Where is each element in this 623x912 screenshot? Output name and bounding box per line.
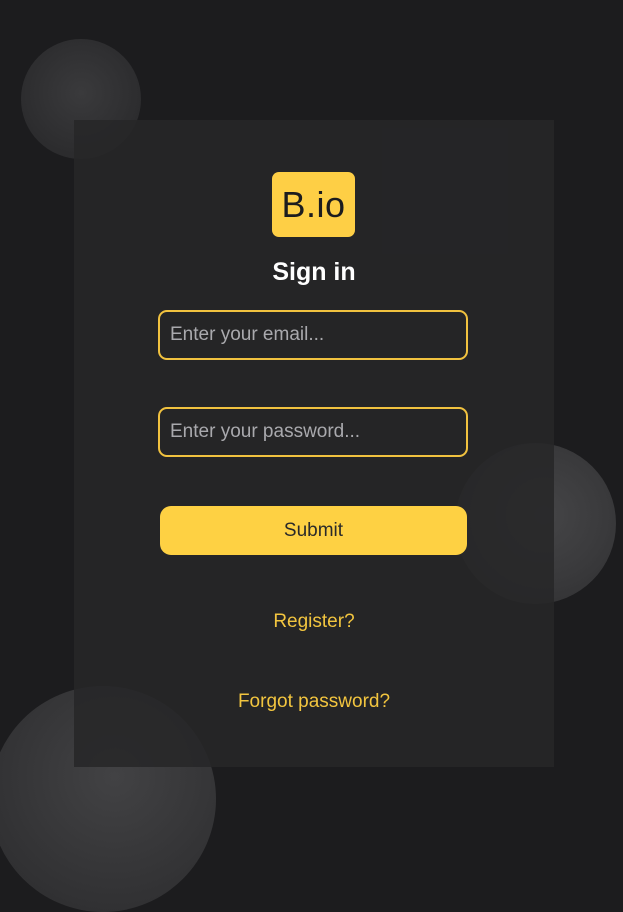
signin-card: B.io Sign in Submit Register? Forgot pas…	[74, 120, 554, 767]
brand-logo: B.io	[272, 172, 355, 237]
email-field[interactable]	[158, 310, 468, 360]
page-title: Sign in	[272, 258, 356, 286]
submit-button[interactable]: Submit	[160, 506, 467, 555]
password-field[interactable]	[158, 407, 468, 457]
register-link[interactable]: Register?	[74, 611, 554, 633]
forgot-password-link[interactable]: Forgot password?	[74, 691, 554, 713]
